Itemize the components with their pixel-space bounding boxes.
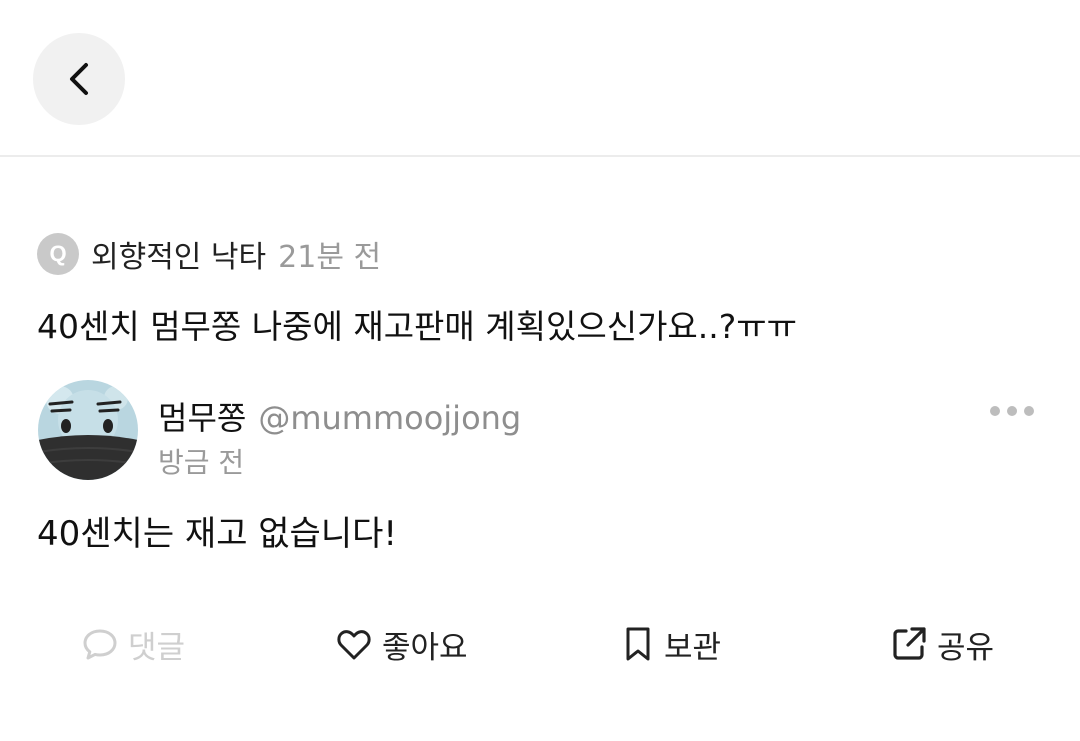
question-badge: Q — [37, 233, 79, 275]
avatar[interactable] — [38, 380, 138, 480]
question-text: 40센치 멈무쫑 나중에 재고판매 계획있으신가요..?ㅠㅠ — [37, 307, 798, 346]
question-meta: Q 외향적인 낙타 21분 전 — [37, 232, 381, 276]
author-name[interactable]: 멈무쫑 — [158, 393, 246, 439]
share-button[interactable]: 공유 — [891, 622, 994, 666]
like-button[interactable]: 좋아요 — [336, 622, 468, 666]
more-options-button[interactable] — [990, 398, 1034, 424]
more-dots-icon — [1024, 406, 1034, 416]
author-line: 멈무쫑 @mummoojjong — [158, 393, 521, 439]
bookmark-icon — [626, 627, 650, 661]
share-icon — [893, 627, 926, 660]
share-label: 공유 — [937, 629, 995, 666]
like-label: 좋아요 — [382, 629, 468, 666]
asker-name[interactable]: 외향적인 낙타 — [91, 232, 266, 276]
save-button[interactable]: 보관 — [622, 622, 721, 666]
save-label: 보관 — [664, 629, 722, 666]
answer-time: 방금 전 — [158, 446, 245, 479]
heart-icon — [337, 630, 371, 660]
comment-label: 댓글 — [128, 629, 186, 666]
back-button[interactable] — [33, 33, 125, 125]
author-handle[interactable]: @mummoojjong — [258, 399, 521, 437]
chevron-left-icon — [70, 63, 88, 95]
more-dots-icon — [1007, 406, 1017, 416]
top-bar — [0, 0, 1080, 157]
more-dots-icon — [990, 406, 1000, 416]
plush-avatar-image — [38, 380, 138, 480]
answer-text: 40센치는 재고 없습니다! — [37, 514, 398, 554]
comment-button[interactable]: 댓글 — [82, 622, 185, 666]
speech-bubble-icon — [83, 629, 117, 660]
question-time: 21분 전 — [278, 240, 382, 275]
